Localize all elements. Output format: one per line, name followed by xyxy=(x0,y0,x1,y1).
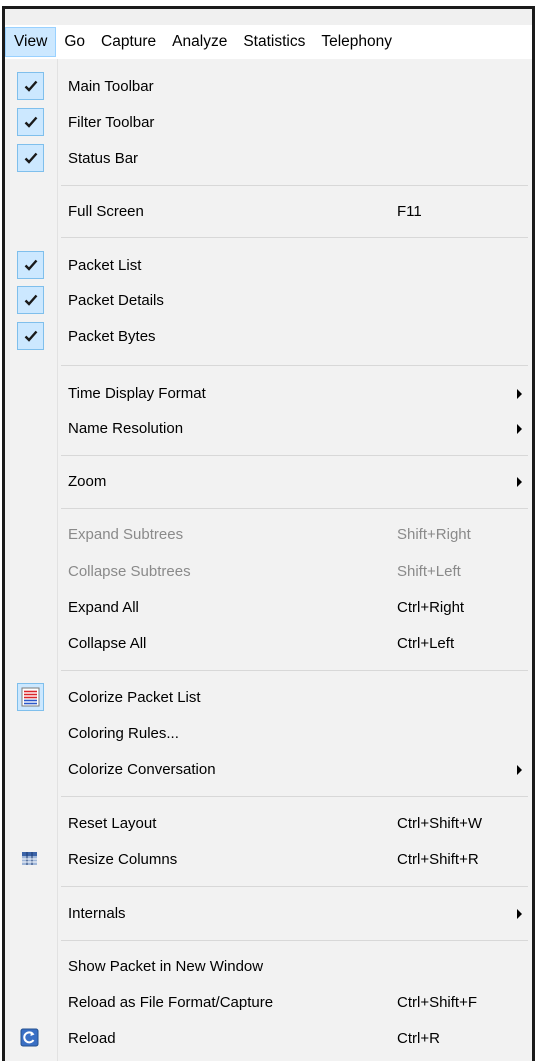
menu-item-shortcut: Ctrl+Right xyxy=(397,599,465,616)
menu-separator xyxy=(61,940,528,941)
menu-item-shortcut: Ctrl+Shift+R xyxy=(397,851,479,868)
menu-item-full-screen[interactable]: Full Screen F11 xyxy=(5,195,532,229)
menu-item-collapse-subtrees: Collapse Subtrees Shift+Left xyxy=(5,555,532,589)
menu-bar: View Go Capture Analyze Statistics Telep… xyxy=(5,25,532,59)
menu-item-coloring-rules[interactable]: Coloring Rules... xyxy=(5,717,532,751)
menu-item-label: Colorize Packet List xyxy=(68,689,201,706)
checkmark-icon xyxy=(17,251,44,279)
menu-separator xyxy=(61,237,528,238)
menu-item-label: Show Packet in New Window xyxy=(68,958,264,975)
menubar-statistics[interactable]: Statistics xyxy=(235,27,313,57)
menu-item-label: Reset Layout xyxy=(68,815,157,832)
menu-item-label: Zoom xyxy=(68,473,107,490)
menu-item-shortcut: Ctrl+Shift+W xyxy=(397,815,483,832)
checkmark-icon xyxy=(17,286,44,314)
menu-separator xyxy=(61,185,528,186)
menubar-view[interactable]: View xyxy=(5,27,57,57)
reload-icon xyxy=(17,1024,44,1052)
menu-item-label: Coloring Rules... xyxy=(68,725,179,742)
menu-separator xyxy=(61,886,528,887)
menu-item-packet-details[interactable]: Packet Details xyxy=(5,284,532,318)
menu-item-label: Time Display Format xyxy=(68,385,206,402)
menubar-analyze[interactable]: Analyze xyxy=(164,27,235,57)
menubar-telephony[interactable]: Telephony xyxy=(313,27,400,57)
menu-item-label: Reload as File Format/Capture xyxy=(68,994,274,1011)
menubar-go[interactable]: Go xyxy=(56,27,93,57)
submenu-arrow-icon xyxy=(517,389,522,399)
menu-item-shortcut: Ctrl+R xyxy=(397,1030,440,1047)
menu-item-zoom[interactable]: Zoom xyxy=(5,465,532,499)
menu-item-show-packet-new-window[interactable]: Show Packet in New Window xyxy=(5,950,532,984)
menu-item-label: Main Toolbar xyxy=(68,78,154,95)
checkmark-icon xyxy=(17,322,44,350)
menu-item-expand-subtrees: Expand Subtrees Shift+Right xyxy=(5,518,532,552)
menu-separator xyxy=(61,455,528,456)
menu-item-packet-bytes[interactable]: Packet Bytes xyxy=(5,320,532,354)
menu-item-resize-columns[interactable]: Resize Columns Ctrl+Shift+R xyxy=(5,843,532,877)
view-menu-dropdown: Main Toolbar Filter Toolbar Status Bar F… xyxy=(5,59,532,1061)
menu-item-shortcut: Shift+Left xyxy=(397,563,461,580)
menu-item-label: Packet List xyxy=(68,257,142,274)
resize-columns-icon xyxy=(17,845,44,873)
checkmark-icon xyxy=(17,144,44,172)
menu-item-label: Name Resolution xyxy=(68,420,184,437)
menu-item-main-toolbar[interactable]: Main Toolbar xyxy=(5,70,532,104)
menu-item-label: Packet Details xyxy=(68,292,164,309)
menu-item-reload[interactable]: Reload Ctrl+R xyxy=(5,1022,532,1056)
menu-item-expand-all[interactable]: Expand All Ctrl+Right xyxy=(5,591,532,625)
menu-item-reload-as-file-format[interactable]: Reload as File Format/Capture Ctrl+Shift… xyxy=(5,986,532,1020)
submenu-arrow-icon xyxy=(517,909,522,919)
menu-item-time-display-format[interactable]: Time Display Format xyxy=(5,377,532,411)
checkmark-icon xyxy=(17,108,44,136)
menu-item-colorize-packet-list[interactable]: Colorize Packet List xyxy=(5,681,532,715)
menu-item-label: Collapse Subtrees xyxy=(68,563,191,580)
menu-item-shortcut: F11 xyxy=(397,203,422,220)
menu-item-label: Expand Subtrees xyxy=(68,526,184,543)
menu-item-status-bar[interactable]: Status Bar xyxy=(5,142,532,176)
menu-item-label: Status Bar xyxy=(68,150,139,167)
menu-item-collapse-all[interactable]: Collapse All Ctrl+Left xyxy=(5,627,532,661)
menu-item-label: Full Screen xyxy=(68,203,144,220)
menu-item-filter-toolbar[interactable]: Filter Toolbar xyxy=(5,106,532,140)
menu-separator xyxy=(61,365,528,366)
menu-item-packet-list[interactable]: Packet List xyxy=(5,249,532,283)
menu-separator xyxy=(61,670,528,671)
submenu-arrow-icon xyxy=(517,424,522,434)
menu-item-shortcut: Shift+Right xyxy=(397,526,471,543)
menu-item-label: Expand All xyxy=(68,599,139,616)
menu-item-label: Collapse All xyxy=(68,635,147,652)
menu-item-label: Resize Columns xyxy=(68,851,178,868)
menu-item-label: Packet Bytes xyxy=(68,328,156,345)
menu-item-internals[interactable]: Internals xyxy=(5,897,532,931)
colorize-list-icon xyxy=(17,683,44,711)
menu-item-label: Colorize Conversation xyxy=(68,761,216,778)
checkmark-icon xyxy=(17,72,44,100)
menu-item-label: Internals xyxy=(68,905,126,922)
menu-item-reset-layout[interactable]: Reset Layout Ctrl+Shift+W xyxy=(5,807,532,841)
menu-separator xyxy=(61,796,528,797)
menu-separator xyxy=(61,508,528,509)
menu-item-shortcut: Ctrl+Left xyxy=(397,635,455,652)
menu-item-label: Reload xyxy=(68,1030,116,1047)
menu-item-name-resolution[interactable]: Name Resolution xyxy=(5,412,532,446)
menubar-capture[interactable]: Capture xyxy=(93,27,164,57)
menu-item-label: Filter Toolbar xyxy=(68,114,155,131)
submenu-arrow-icon xyxy=(517,477,522,487)
menu-item-colorize-conversation[interactable]: Colorize Conversation xyxy=(5,753,532,787)
menu-item-shortcut: Ctrl+Shift+F xyxy=(397,994,478,1011)
submenu-arrow-icon xyxy=(517,765,522,775)
